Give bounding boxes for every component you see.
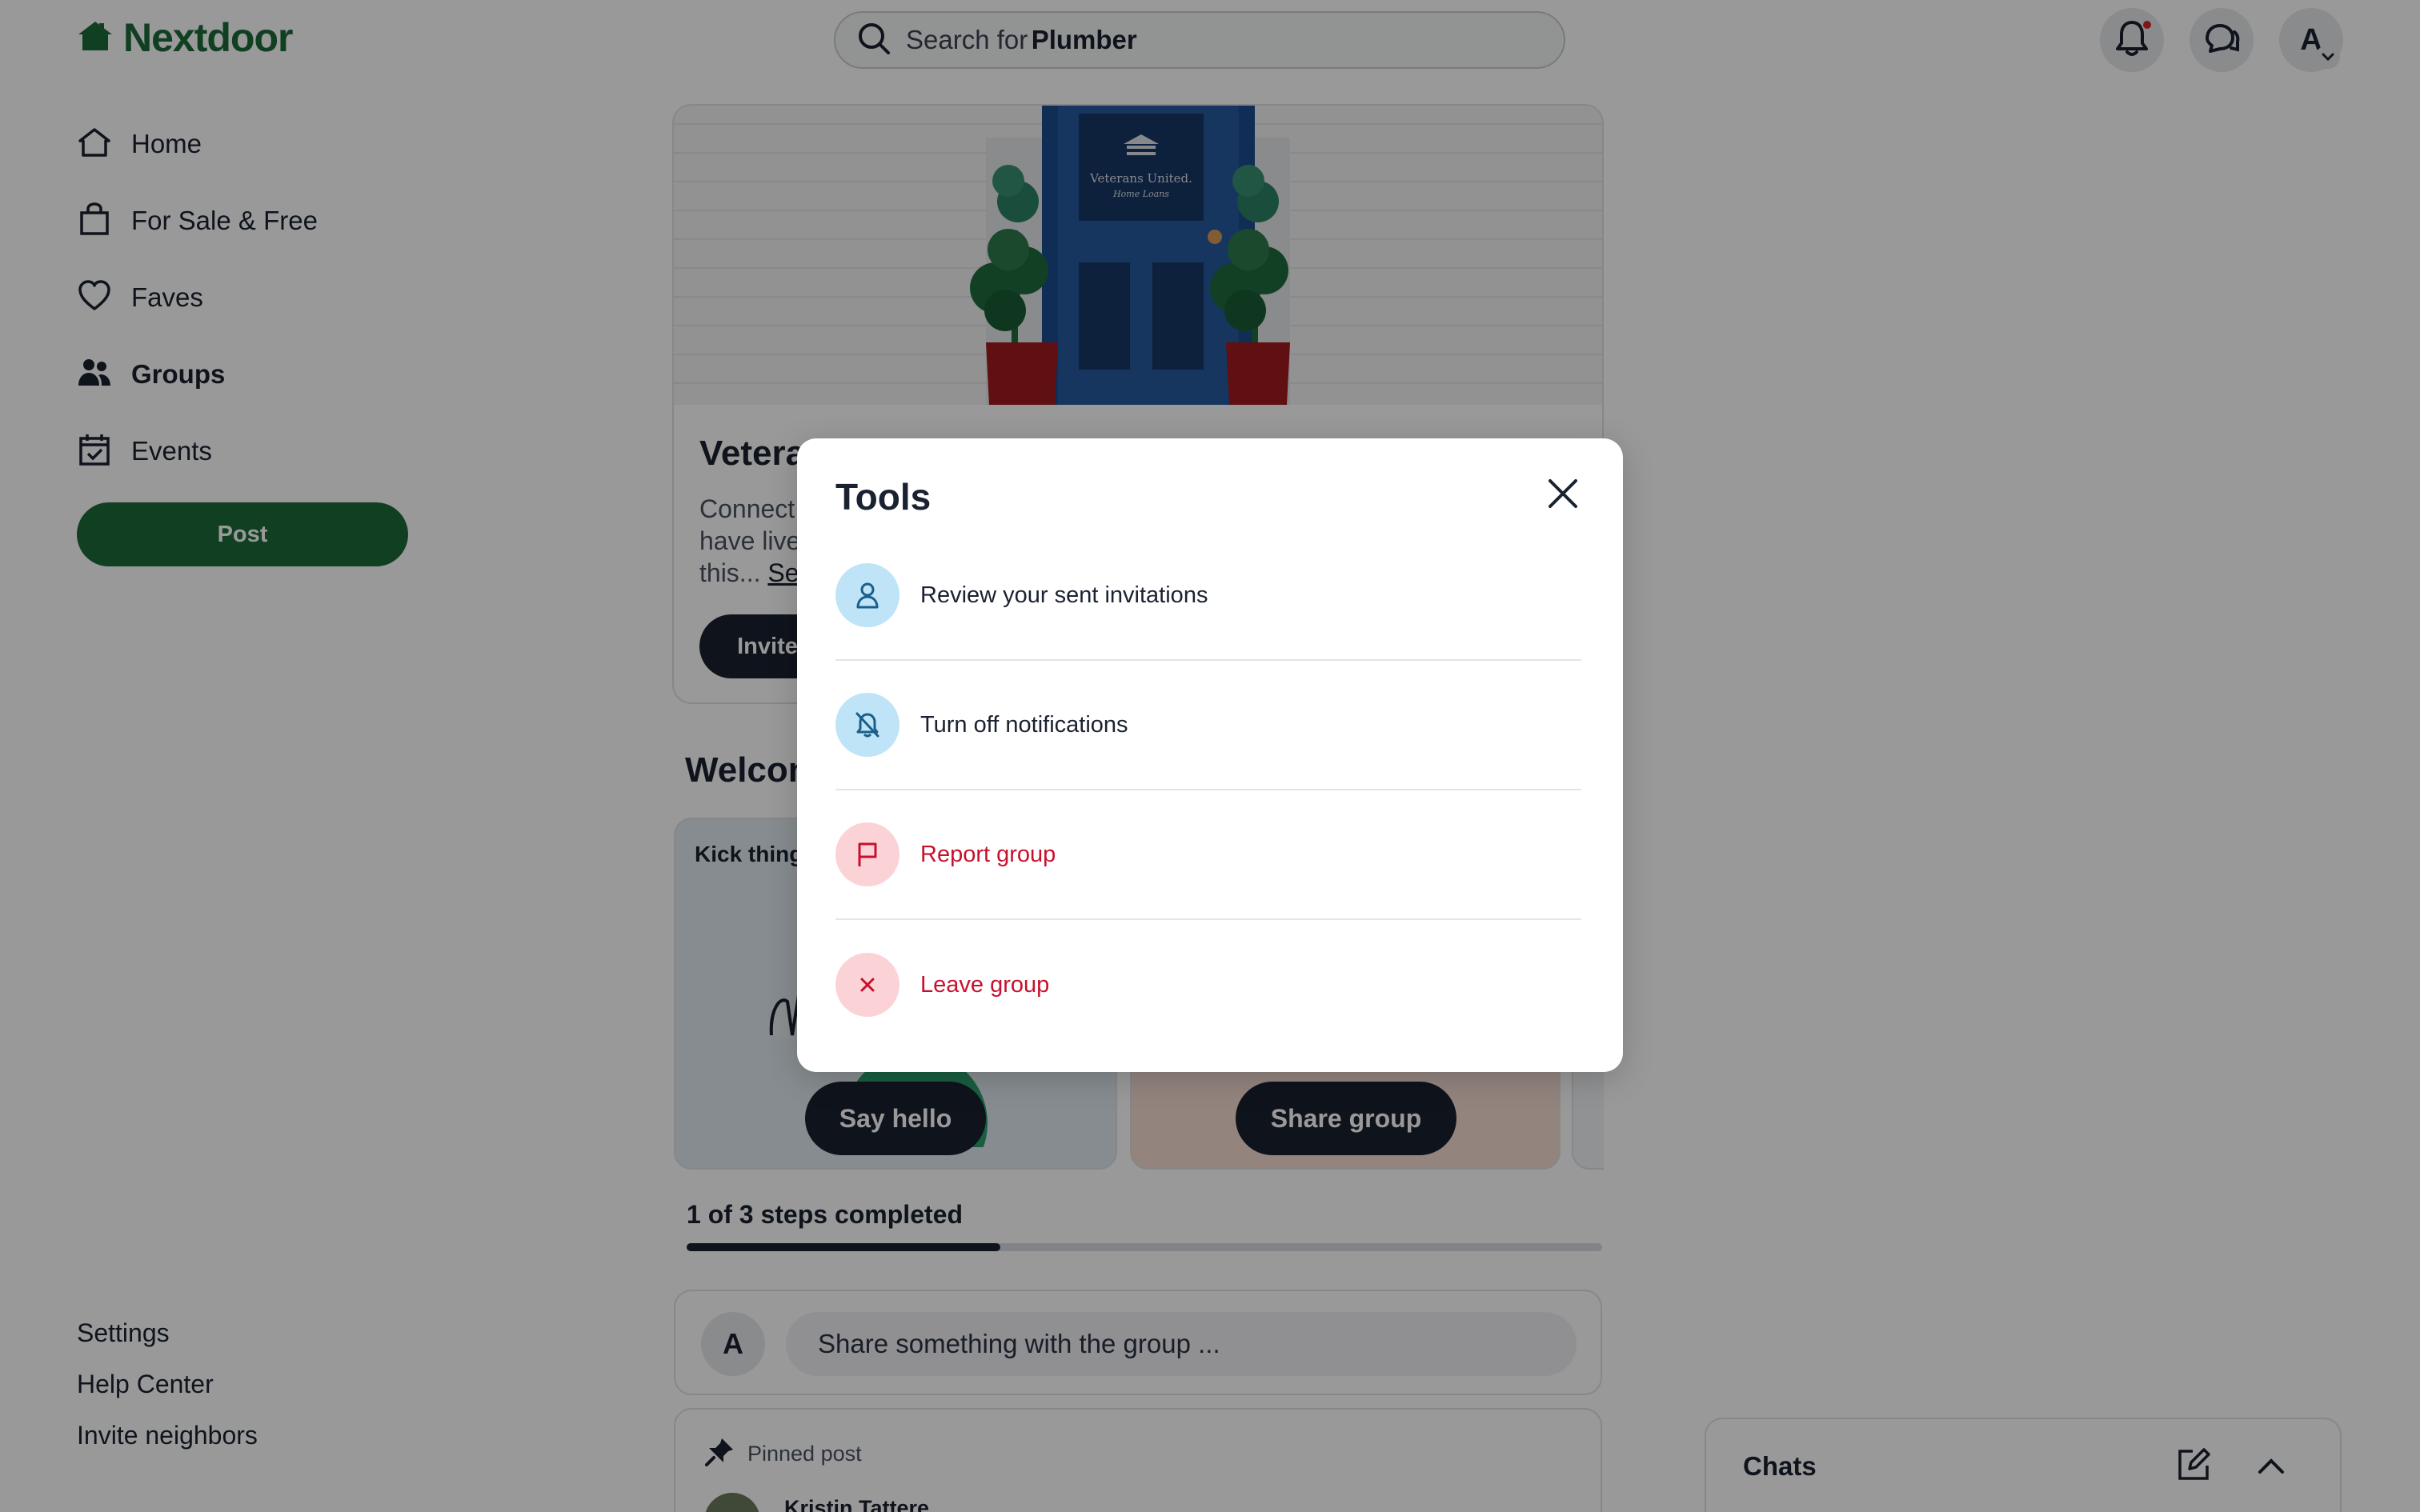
tools-modal: Tools Review your sent invitations Turn … bbox=[797, 438, 1623, 1072]
tool-item-label: Turn off notifications bbox=[920, 711, 1128, 738]
x-icon bbox=[835, 953, 899, 1017]
close-icon bbox=[1547, 478, 1579, 514]
tool-item-label: Review your sent invitations bbox=[920, 582, 1208, 608]
report-group-item[interactable]: Report group bbox=[835, 790, 1581, 920]
flag-icon bbox=[835, 822, 899, 886]
review-invitations-item[interactable]: Review your sent invitations bbox=[835, 531, 1581, 661]
person-icon bbox=[835, 563, 899, 627]
close-button[interactable] bbox=[1541, 474, 1585, 517]
tool-item-label: Report group bbox=[920, 841, 1056, 867]
modal-title: Tools bbox=[835, 476, 932, 518]
leave-group-item[interactable]: Leave group bbox=[835, 920, 1581, 1050]
turn-off-notifications-item[interactable]: Turn off notifications bbox=[835, 661, 1581, 790]
tool-item-label: Leave group bbox=[920, 971, 1050, 998]
bell-off-icon bbox=[835, 693, 899, 757]
page: Nextdoor Search for Plumber A Home For S… bbox=[0, 0, 2420, 1512]
